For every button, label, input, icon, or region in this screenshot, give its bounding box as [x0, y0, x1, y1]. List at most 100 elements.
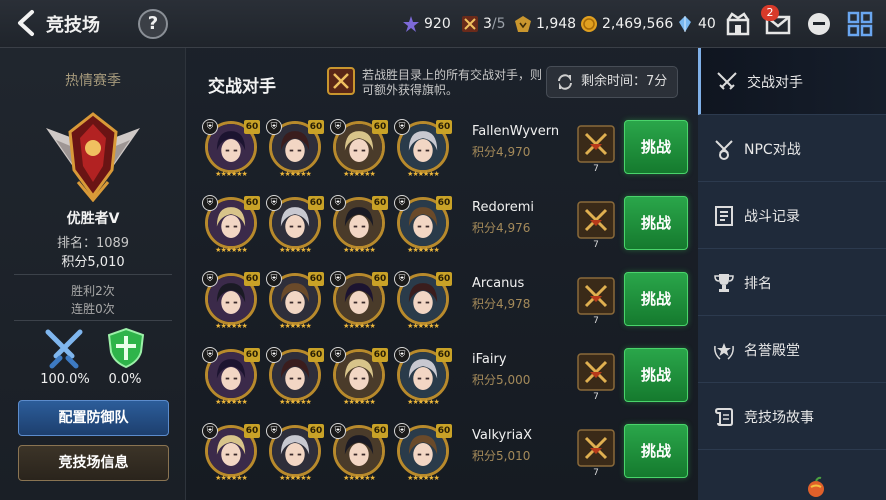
nav-item-npc-battle[interactable]: NPC对战	[698, 115, 886, 182]
hero-portrait[interactable]: ⛨ 60 ★★★★★★	[394, 194, 452, 254]
laurel-star-icon	[714, 343, 734, 360]
remaining-time[interactable]: 剩余时间：7分	[546, 66, 678, 98]
crystal-counter: 40	[676, 14, 716, 34]
hero-level: 60	[436, 348, 452, 362]
hero-portrait[interactable]: ⛨ 60 ★★★★★★	[266, 270, 324, 330]
opponent-row: ⛨ 60 ★★★★★★ ⛨ 60 ★★★★★★ ⛨ 60 ★★★★★★ ⛨ 60 ★★★★★★ Redo…	[202, 188, 688, 258]
hero-level: 60	[436, 120, 452, 134]
defense-win-rate: 0.0%	[108, 372, 142, 387]
hero-portrait[interactable]: ⛨ 60 ★★★★★★	[266, 422, 324, 482]
nav-label: 排名	[744, 276, 772, 292]
class-icon: ⛨	[266, 271, 282, 287]
crossed-swords-icon	[45, 329, 83, 369]
hero-level: 60	[436, 424, 452, 438]
hero-portrait[interactable]: ⛨ 60 ★★★★★★	[330, 346, 388, 406]
nav-item-arena-story[interactable]: 竞技场故事	[698, 383, 886, 450]
hero-portrait[interactable]: ⛨ 60 ★★★★★★	[394, 118, 452, 178]
challenge-button[interactable]: 挑战	[624, 120, 688, 174]
nav-item-battle-log[interactable]: 战斗记录	[698, 182, 886, 249]
crystal-icon	[679, 16, 691, 32]
hero-level: 60	[308, 120, 324, 134]
arena-info-label: 竞技场信息	[58, 455, 129, 471]
challenge-label: 挑战	[640, 214, 671, 232]
chat-icon[interactable]	[805, 10, 833, 38]
scroll-icon	[714, 408, 733, 427]
opponent-row: ⛨ 60 ★★★★★★ ⛨ 60 ★★★★★★ ⛨ 60 ★★★★★★ ⛨ 60 ★★★★★★ Fall…	[202, 112, 688, 182]
challenge-button[interactable]: 挑战	[624, 272, 688, 326]
hero-portrait[interactable]: ⛨ 60 ★★★★★★	[202, 346, 260, 406]
nav-item-hall-of-fame[interactable]: 名誉殿堂	[698, 316, 886, 383]
class-icon: ⛨	[330, 195, 346, 211]
hero-level: 60	[372, 196, 388, 210]
divider	[14, 274, 172, 275]
rank-points: 积分5,010	[61, 255, 125, 270]
challenge-button[interactable]: 挑战	[624, 196, 688, 250]
opponent-points: 积分5,000	[472, 373, 531, 387]
stamina-counter: 920	[402, 14, 451, 34]
hero-portrait[interactable]: ⛨ 60 ★★★★★★	[202, 270, 260, 330]
guild-icon[interactable]	[724, 10, 752, 38]
hero-level: 60	[372, 272, 388, 286]
trophy-icon	[714, 274, 734, 292]
hero-portrait[interactable]: ⛨ 60 ★★★★★★	[330, 194, 388, 254]
menu-grid-icon[interactable]	[846, 10, 874, 38]
opponent-points: 积分4,976	[472, 221, 531, 235]
hero-level: 60	[308, 196, 324, 210]
hero-portrait[interactable]: ⛨ 60 ★★★★★★	[266, 118, 324, 178]
hero-portrait[interactable]: ⛨ 60 ★★★★★★	[202, 194, 260, 254]
star-rating-icon: ★★★★★★	[215, 474, 248, 482]
hero-level: 60	[244, 120, 260, 134]
star-rating-icon: ★★★★★★	[279, 322, 312, 330]
hero-portrait[interactable]: ⛨ 60 ★★★★★★	[330, 270, 388, 330]
nav-label: NPC对战	[744, 142, 801, 158]
season-label: 热情赛季	[65, 73, 121, 89]
hero-portrait[interactable]: ⛨ 60 ★★★★★★	[266, 346, 324, 406]
hero-portrait[interactable]: ⛨ 60 ★★★★★★	[266, 194, 324, 254]
class-icon: ⛨	[202, 119, 218, 135]
page-title: 竞技场	[46, 15, 100, 36]
hero-portrait[interactable]: ⛨ 60 ★★★★★★	[394, 346, 452, 406]
flag-count: 7	[593, 392, 599, 402]
class-icon: ⛨	[330, 271, 346, 287]
opponent-points: 积分4,970	[472, 145, 531, 159]
arena-info-button[interactable]: 竞技场信息	[18, 445, 169, 481]
hero-portrait[interactable]: ⛨ 60 ★★★★★★	[330, 422, 388, 482]
challenge-label: 挑战	[640, 442, 671, 460]
opponent-name: Redoremi	[472, 200, 534, 215]
class-icon: ⛨	[330, 423, 346, 439]
flag-count: 7	[593, 468, 599, 478]
challenge-button[interactable]: 挑战	[624, 424, 688, 478]
help-button[interactable]: ?	[138, 9, 168, 39]
hero-portrait[interactable]: ⛨ 60 ★★★★★★	[330, 118, 388, 178]
opponent-points: 积分4,978	[472, 297, 531, 311]
battle-log-icon	[715, 206, 733, 226]
npc-battle-icon	[715, 140, 733, 160]
crossed-swords-icon	[717, 72, 737, 90]
back-arrow-icon[interactable]	[12, 8, 40, 38]
defense-team-label: 配置防御队	[58, 410, 129, 426]
star-rating-icon: ★★★★★★	[407, 322, 440, 330]
nav-item-opponents[interactable]: 交战对手	[698, 48, 886, 115]
gold-value: 2,469,566	[602, 16, 674, 32]
flag-count: 7	[593, 240, 599, 250]
fruit-logo-icon	[808, 476, 824, 497]
nav-label: 交战对手	[747, 75, 803, 91]
hero-portrait[interactable]: ⛨ 60 ★★★★★★	[202, 422, 260, 482]
class-icon: ⛨	[330, 347, 346, 363]
hero-level: 60	[244, 424, 260, 438]
hero-portrait[interactable]: ⛨ 60 ★★★★★★	[394, 270, 452, 330]
challenge-label: 挑战	[640, 290, 671, 308]
class-icon: ⛨	[202, 347, 218, 363]
nav-item-ranking[interactable]: 排名	[698, 249, 886, 316]
crystal-value: 40	[698, 16, 716, 32]
timer-text: 剩余时间：7分	[581, 74, 668, 89]
challenge-button[interactable]: 挑战	[624, 348, 688, 402]
class-icon: ⛨	[266, 347, 282, 363]
class-icon: ⛨	[330, 119, 346, 135]
hero-level: 60	[372, 424, 388, 438]
hero-portrait[interactable]: ⛨ 60 ★★★★★★	[202, 118, 260, 178]
configure-defense-team-button[interactable]: 配置防御队	[18, 400, 169, 436]
opponent-list-panel: 交战对手 若战胜目录上的所有交战对手，则可额外获得旗帜。 剩余时间：7分 ⛨ 60…	[190, 48, 694, 500]
hero-portrait[interactable]: ⛨ 60 ★★★★★★	[394, 422, 452, 482]
star-rating-icon: ★★★★★★	[407, 398, 440, 406]
